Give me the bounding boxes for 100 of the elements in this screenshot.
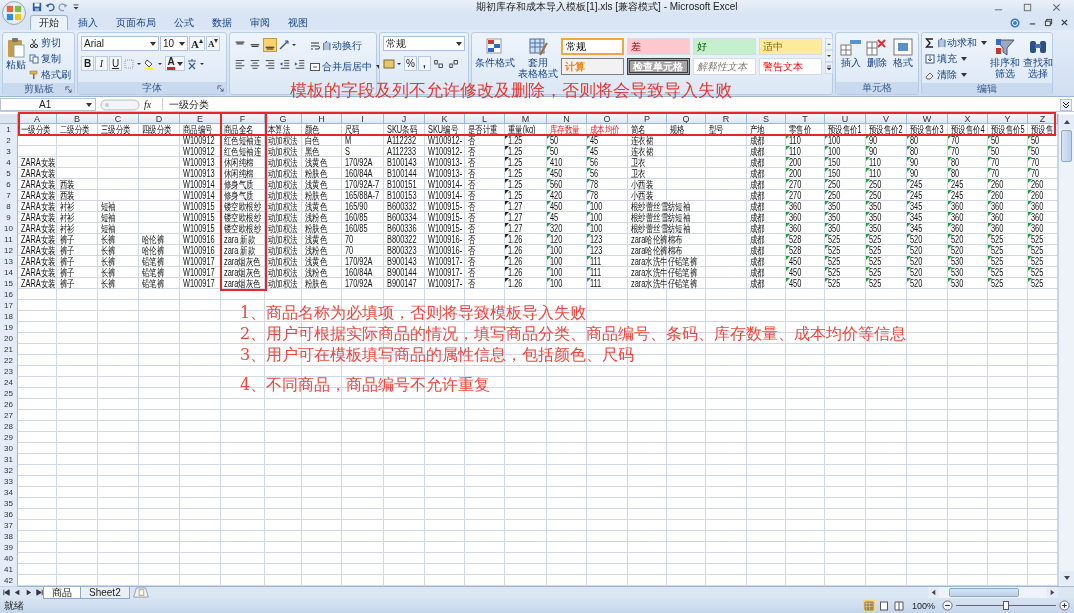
zoom-slider-thumb[interactable]	[1003, 601, 1009, 610]
office-button[interactable]	[2, 1, 26, 25]
row-header[interactable]: 9	[0, 212, 18, 224]
row-header[interactable]: 3	[0, 146, 18, 158]
grow-font-button[interactable]: A	[189, 36, 205, 51]
row-header[interactable]: 8	[0, 201, 18, 213]
cell-style-swatch[interactable]: 差	[627, 38, 690, 55]
close-button[interactable]	[1060, 18, 1069, 27]
horizontal-scrollbar[interactable]	[928, 587, 1058, 598]
row-header[interactable]: 33	[0, 476, 18, 488]
font-color-button[interactable]: A	[165, 56, 185, 71]
ribbon-tab[interactable]: 审阅	[242, 16, 278, 30]
decrease-indent-icon[interactable]	[278, 57, 292, 71]
copy-button[interactable]: 复制	[29, 51, 71, 67]
wrap-text-button[interactable]: 自动换行	[310, 38, 382, 54]
cell-style-swatch[interactable]: 适中	[759, 38, 822, 55]
view-button[interactable]	[892, 599, 905, 612]
row-header[interactable]: 29	[0, 432, 18, 444]
row-header[interactable]: 27	[0, 410, 18, 422]
name-box[interactable]: A1	[0, 98, 96, 111]
row-header[interactable]: 17	[0, 300, 18, 312]
cell-style-swatch[interactable]: 好	[693, 38, 756, 55]
row-header[interactable]: 11	[0, 234, 18, 246]
close-button[interactable]	[1051, 1, 1062, 13]
dialog-launcher-icon[interactable]	[65, 86, 72, 93]
row-header[interactable]: 39	[0, 542, 18, 554]
cut-button[interactable]: 剪切	[29, 35, 71, 51]
scroll-down-button[interactable]	[1060, 571, 1074, 585]
undo-icon[interactable]	[45, 2, 55, 12]
bold-button[interactable]: B	[81, 56, 94, 71]
row-header[interactable]: 13	[0, 256, 18, 268]
restore-button[interactable]	[1044, 18, 1053, 27]
row-header[interactable]: 14	[0, 267, 18, 279]
row-header[interactable]: 12	[0, 245, 18, 257]
row-header[interactable]: 37	[0, 520, 18, 532]
underline-button[interactable]: U	[109, 56, 122, 71]
row-header[interactable]: 23	[0, 366, 18, 378]
vertical-align-icon[interactable]	[263, 38, 277, 52]
shrink-font-button[interactable]: A	[205, 36, 221, 51]
insert-function-button[interactable]: fx	[144, 99, 158, 110]
autosum-button[interactable]: 自动求和	[925, 35, 987, 51]
scroll-up-button[interactable]	[1060, 115, 1074, 129]
zoom-slider[interactable]	[956, 600, 1056, 611]
first-sheet-button[interactable]	[2, 588, 11, 597]
orientation-icon[interactable]	[278, 38, 298, 52]
help-icon[interactable]	[1010, 18, 1020, 28]
row-header[interactable]: 15	[0, 278, 18, 290]
row-header[interactable]: 18	[0, 311, 18, 323]
phonetic-icon[interactable]	[186, 56, 206, 71]
row-header[interactable]: 21	[0, 344, 18, 356]
italic-button[interactable]: I	[95, 56, 108, 71]
align-left-icon[interactable]	[233, 57, 247, 71]
zoom-out-button[interactable]	[942, 600, 953, 611]
row-header[interactable]: 24	[0, 377, 18, 389]
row-header[interactable]: 22	[0, 355, 18, 367]
ribbon-tab[interactable]: 数据	[204, 16, 240, 30]
ribbon-tab[interactable]: 视图	[280, 16, 316, 30]
expand-formula-button[interactable]	[1060, 98, 1072, 111]
clear-button[interactable]: 清除	[925, 67, 987, 83]
row-header[interactable]: 32	[0, 465, 18, 477]
comma-button[interactable]: ,	[418, 56, 431, 71]
ribbon-tab[interactable]: 插入	[70, 16, 106, 30]
scrollbar-thumb[interactable]	[949, 588, 1019, 597]
paste-button[interactable]: 粘贴	[6, 35, 26, 70]
align-right-icon[interactable]	[263, 57, 277, 71]
scroll-left-button[interactable]	[928, 587, 939, 598]
cell-style-swatch[interactable]: 常规	[561, 38, 624, 55]
save-icon[interactable]	[32, 2, 42, 12]
row-header[interactable]: 2	[0, 135, 18, 147]
last-sheet-button[interactable]	[35, 588, 44, 597]
row-header[interactable]: 42	[0, 575, 18, 587]
font-size-field[interactable]: 10	[160, 36, 188, 51]
formula-field[interactable]: 一级分类	[162, 98, 1056, 111]
row-header[interactable]: 34	[0, 487, 18, 499]
ribbon-tab[interactable]: 公式	[166, 16, 202, 30]
sheet-tab[interactable]: Sheet2	[80, 586, 130, 599]
scrollbar-thumb[interactable]	[1061, 130, 1072, 162]
align-center-icon[interactable]	[248, 57, 262, 71]
conditional-format-button[interactable]: 条件格式	[475, 35, 515, 68]
row-header[interactable]: 1	[0, 124, 18, 136]
merge-center-button[interactable]: 合并后居中	[310, 59, 382, 75]
row-header[interactable]: 10	[0, 223, 18, 235]
row-header[interactable]: 28	[0, 421, 18, 433]
row-header[interactable]: 6	[0, 179, 18, 191]
row-header[interactable]: 30	[0, 443, 18, 455]
sort-filter-button[interactable]: 排序和 筛选	[990, 35, 1020, 79]
dialog-launcher-icon[interactable]	[217, 85, 224, 92]
sheet-tab[interactable]: 商品	[43, 586, 81, 599]
vertical-scrollbar[interactable]	[1058, 114, 1074, 586]
row-header[interactable]: 20	[0, 333, 18, 345]
scroll-right-button[interactable]	[1047, 587, 1058, 598]
format-as-table-button[interactable]: 套用 表格格式	[518, 35, 558, 79]
number-format-field[interactable]: 常规	[383, 36, 465, 51]
row-header[interactable]: 36	[0, 509, 18, 521]
row-header[interactable]: 38	[0, 531, 18, 543]
row-header[interactable]: 31	[0, 454, 18, 466]
view-button[interactable]	[877, 599, 890, 612]
maximize-button[interactable]	[1022, 1, 1033, 13]
more-styles-button[interactable]	[825, 62, 833, 74]
ribbon-tab[interactable]: 页面布局	[108, 16, 164, 30]
